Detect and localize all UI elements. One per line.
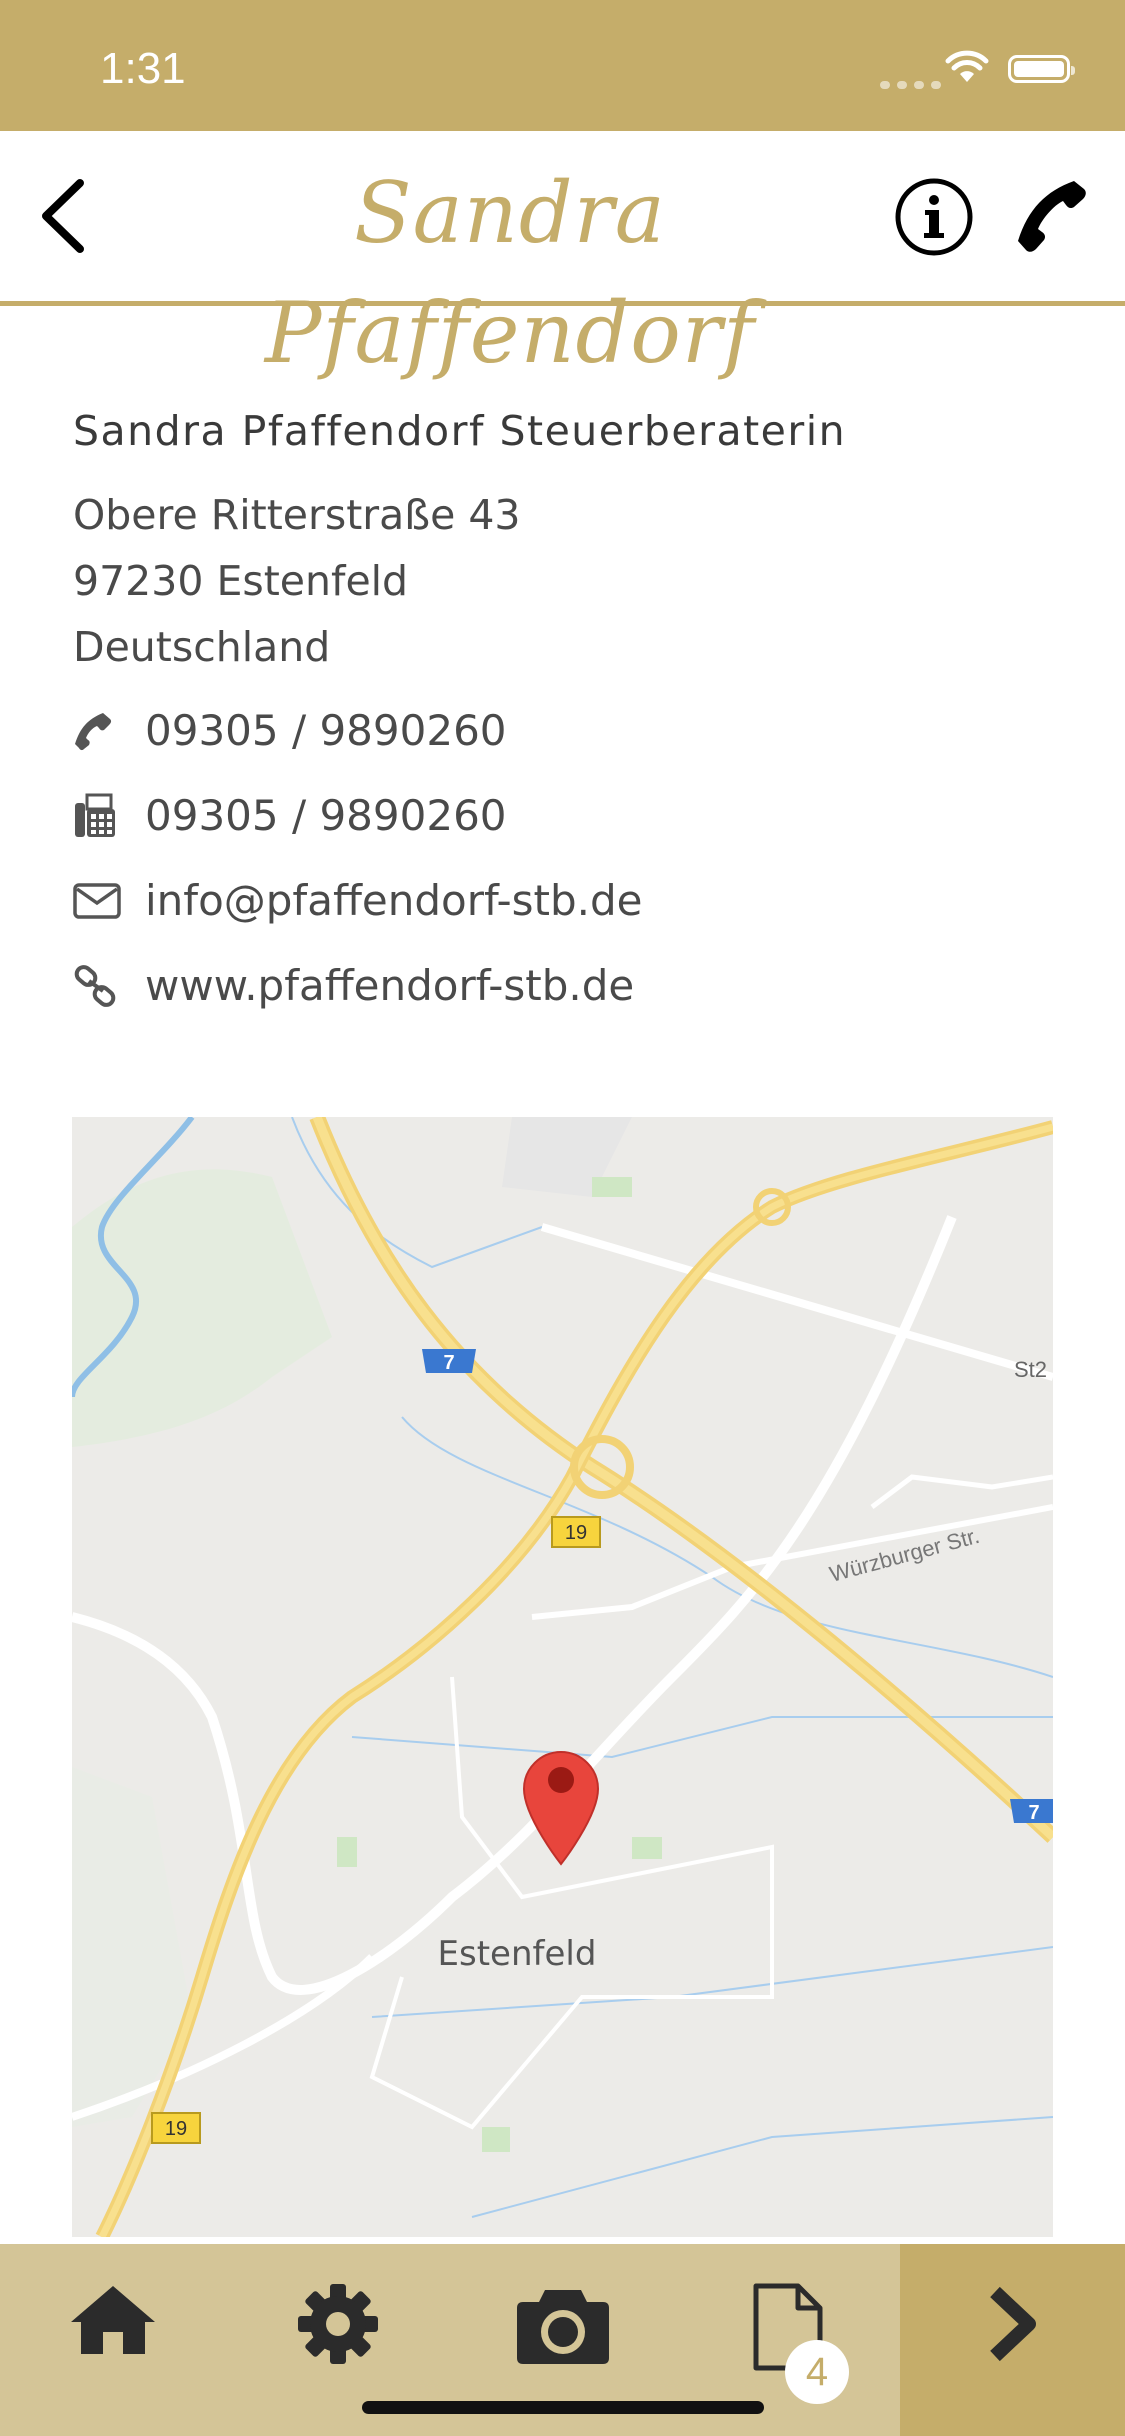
fax-number: 09305 / 9890260 [145, 791, 507, 840]
highway-7-label: 7 [443, 1352, 454, 1374]
road-19-label: 19 [565, 1522, 587, 1544]
tab-home[interactable] [0, 2244, 225, 2436]
email-row[interactable]: info@pfaffendorf-stb.de [73, 858, 1053, 943]
address-city: 97230 Estenfeld [73, 557, 409, 605]
map-pin-icon[interactable] [522, 1751, 600, 1866]
phone-icon [73, 711, 145, 751]
phone-icon[interactable] [1008, 175, 1092, 259]
status-bar: 1:31 [0, 0, 1125, 131]
camera-icon [516, 2290, 609, 2364]
link-icon [73, 963, 145, 1009]
envelope-icon [73, 882, 145, 919]
phone-number: 09305 / 9890260 [145, 706, 507, 755]
gear-icon [297, 2284, 378, 2364]
next-button[interactable] [900, 2244, 1125, 2436]
company-name: Sandra Pfaffendorf Steuerberaterin [73, 407, 847, 455]
map-town-label: Estenfeld [438, 1934, 597, 1974]
address-country: Deutschland [73, 623, 331, 671]
highway-7-label-right: 7 [1028, 1802, 1039, 1824]
location-map[interactable]: 7 7 19 19 St2 Würzburger Str. Estenfeld [72, 1117, 1053, 2237]
chevron-right-icon [989, 2286, 1036, 2362]
status-time: 1:31 [100, 44, 186, 93]
info-icon[interactable] [892, 175, 976, 259]
email-link[interactable]: info@pfaffendorf-stb.de [145, 876, 642, 925]
home-icon [70, 2286, 155, 2354]
nav-bar: Sandra Pfaffendorf [0, 131, 1125, 382]
cellular-signal-icon [880, 74, 948, 93]
map-canvas[interactable]: 7 7 19 19 St2 Würzburger Str. Estenfeld [72, 1117, 1053, 2237]
fax-row[interactable]: 09305 / 9890260 [73, 773, 1053, 858]
website-link[interactable]: www.pfaffendorf-stb.de [145, 961, 634, 1010]
road-19-label-lower: 19 [165, 2118, 187, 2140]
fax-icon [73, 793, 145, 839]
map-road-label-st: St2 [1014, 1357, 1047, 1382]
highway-7-shield: 7 [422, 1349, 476, 1374]
home-indicator [362, 2401, 764, 2414]
documents-count-badge: 4 [785, 2340, 849, 2404]
website-row[interactable]: www.pfaffendorf-stb.de [73, 943, 1053, 1028]
road-19-shield: 19 [551, 1516, 601, 1548]
highway-7-shield-right: 7 [1010, 1799, 1053, 1824]
battery-icon [1008, 55, 1075, 83]
address: Obere Ritterstraße 43 97230 Estenfeld De… [73, 482, 1053, 680]
address-street: Obere Ritterstraße 43 [73, 491, 521, 539]
back-chevron-icon[interactable] [30, 171, 100, 261]
wifi-icon [945, 50, 989, 82]
brand-logo: Sandra Pfaffendorf [264, 164, 756, 382]
phone-row[interactable]: 09305 / 9890260 [73, 688, 1053, 773]
road-19-shield-lower: 19 [151, 2112, 201, 2144]
contact-details: Sandra Pfaffendorf Steuerberaterin Obere… [73, 405, 1053, 1028]
